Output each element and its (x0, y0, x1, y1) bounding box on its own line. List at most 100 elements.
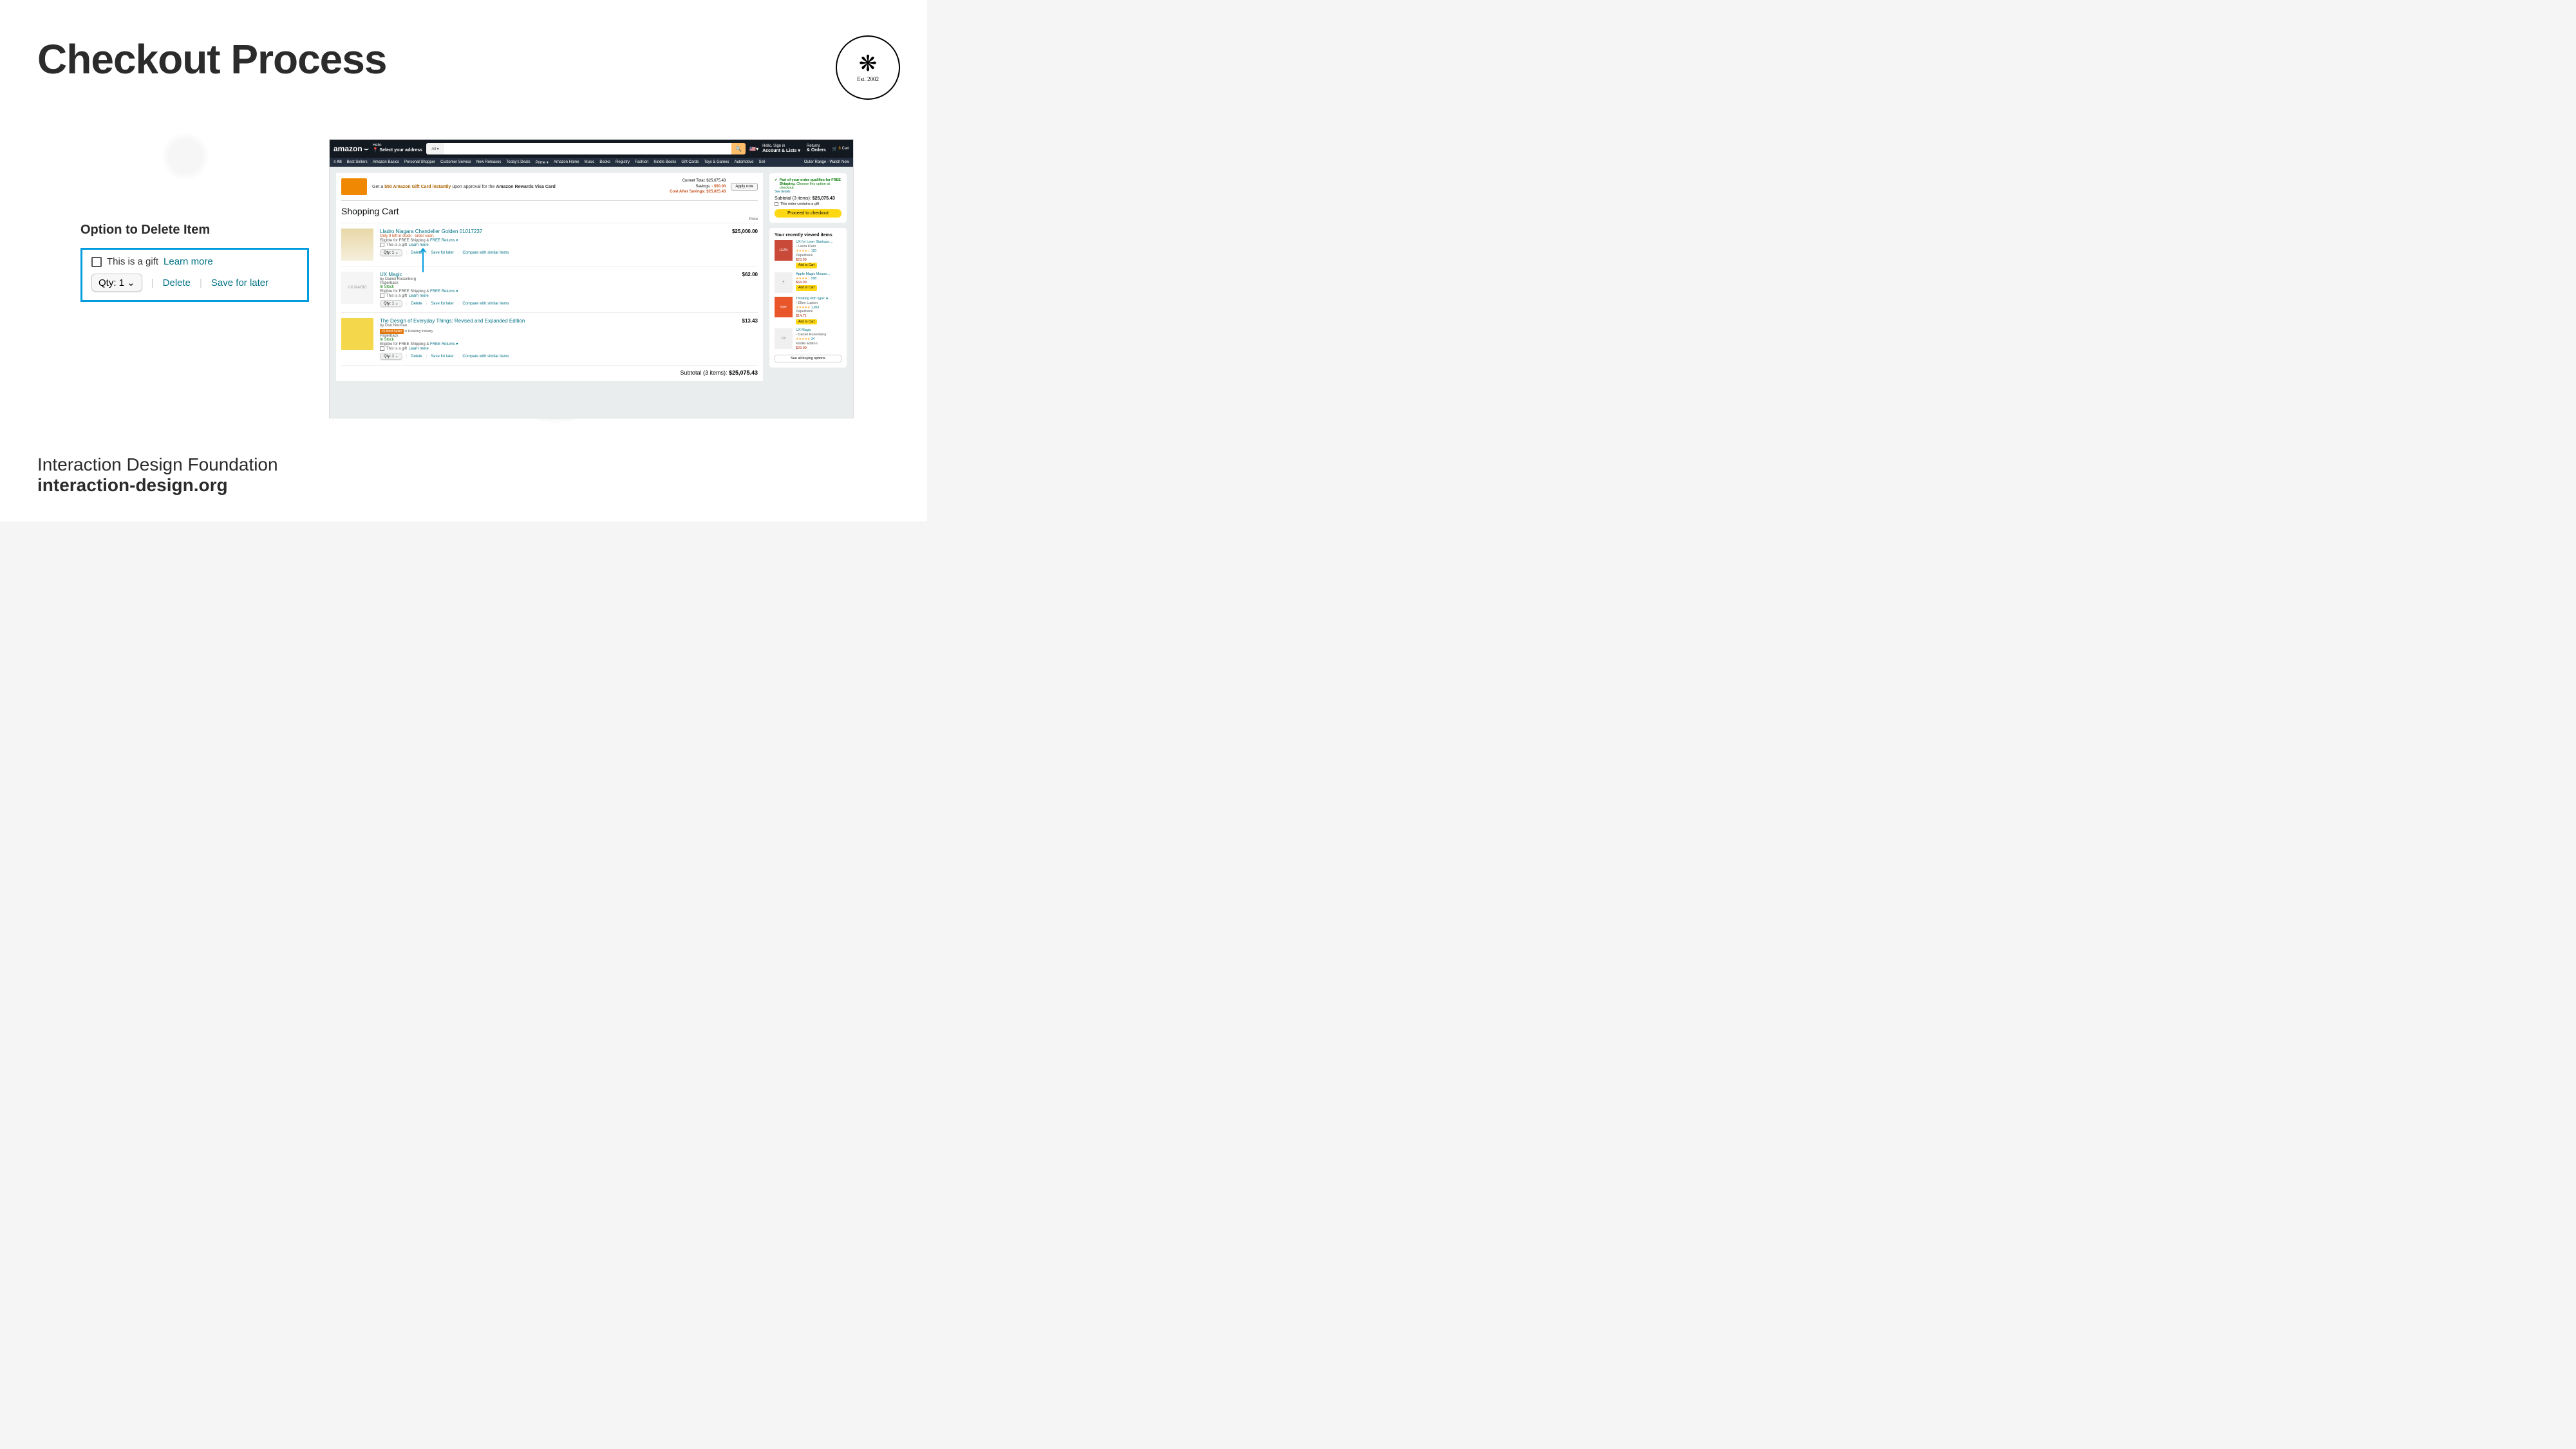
qty-dropdown[interactable]: Qty: 1 ⌄ (380, 249, 402, 256)
cart-subtotal: Subtotal (3 items): $25,075.43 (341, 366, 758, 376)
nav-promo[interactable]: Outer Range - Watch Now (804, 160, 849, 164)
nav-item[interactable]: Kindle Books (653, 160, 676, 164)
product-name[interactable]: The Design of Everyday Things: Revised a… (380, 318, 736, 324)
rv-item: 🖱️ Apple Magic Mouse… ★★★★☆ 598 $64.99 A… (775, 272, 841, 293)
rv-thumb[interactable]: type (775, 297, 793, 317)
nav-item[interactable]: Registry (616, 160, 630, 164)
nav-item[interactable]: Fashion (635, 160, 648, 164)
card-image (341, 178, 367, 195)
compare-link[interactable]: Compare with similar items (462, 302, 509, 306)
amazon-logo[interactable]: amazon ⌣ (334, 144, 369, 154)
item-price: $25,000.00 (732, 229, 758, 261)
rv-name[interactable]: Thinking with type: A… (796, 297, 841, 301)
nav-item[interactable]: Amazon Home (554, 160, 579, 164)
rv-item: type Thinking with type: A… › Ellen Lupt… (775, 297, 841, 325)
nav-item[interactable]: ≡ All (334, 160, 342, 164)
see-all-button[interactable]: See all buying options (775, 355, 841, 362)
rv-name[interactable]: UX Magic (796, 328, 841, 333)
orders-link[interactable]: Returns & Orders (807, 144, 826, 153)
nav-item[interactable]: Music (585, 160, 595, 164)
item-actions: Qty: 1 ⌄ |Delete |Save for later |Compar… (380, 353, 736, 360)
nav-item[interactable]: Personal Shopper (404, 160, 435, 164)
rv-heading: Your recently viewed items (775, 233, 841, 238)
add-to-cart-button[interactable]: Add to Cart (796, 263, 817, 268)
nav-item[interactable]: Toys & Games (704, 160, 729, 164)
delete-link[interactable]: Delete (163, 277, 191, 288)
product-thumbnail[interactable] (341, 318, 373, 350)
product-name[interactable]: UX Magic (380, 272, 736, 277)
account-menu[interactable]: Hello, Sign in Account & Lists ▾ (762, 144, 800, 153)
gift-checkbox[interactable] (380, 346, 384, 351)
learn-more-link[interactable]: Learn more (409, 243, 429, 247)
header-right: Hello, Sign in Account & Lists ▾ Returns… (762, 144, 849, 153)
qty-dropdown[interactable]: Qty: 1 ⌄ (380, 353, 402, 360)
proceed-checkout-button[interactable]: Proceed to checkout (775, 209, 841, 218)
footer: Interaction Design Foundation interactio… (37, 454, 278, 496)
amazon-header: amazon ⌣ Hello 📍 Select your address All… (330, 140, 853, 158)
nav-item[interactable]: Sell (758, 160, 765, 164)
compare-link[interactable]: Compare with similar items (462, 355, 509, 359)
gift-checkbox[interactable] (380, 243, 384, 247)
rv-thumb[interactable]: LEAN (775, 240, 793, 261)
cart-button[interactable]: 🛒 3 Cart (832, 144, 849, 153)
details-link[interactable]: See details (775, 190, 841, 194)
gift-row: This is a gift Learn more (380, 243, 726, 247)
save-link[interactable]: Save for later (431, 251, 454, 255)
qty-dropdown[interactable]: Qty: 1 ⌄ (91, 274, 142, 292)
search-button[interactable]: 🔍 (731, 143, 746, 154)
search-input[interactable] (444, 143, 731, 154)
search-category-dropdown[interactable]: All ▾ (426, 143, 444, 154)
rv-thumb[interactable]: UX (775, 328, 793, 349)
sidebar-subtotal: Subtotal (3 items): $25,075.43 (775, 196, 841, 201)
logo-est: Est. 2002 (857, 76, 879, 82)
footer-org: Interaction Design Foundation (37, 454, 278, 475)
shipping-info: Eligible for FREE Shipping & FREE Return… (380, 342, 736, 346)
smile-icon: ⌣ (364, 144, 369, 153)
save-for-later-link[interactable]: Save for later (211, 277, 268, 288)
learn-more-link[interactable]: Learn more (409, 294, 429, 298)
apply-now-button[interactable]: Apply now (731, 183, 758, 191)
price-header: Price (341, 218, 758, 223)
callout-title: Option to Delete Item (80, 223, 210, 238)
learn-more-link[interactable]: Learn more (409, 347, 429, 351)
learn-more-link[interactable]: Learn more (164, 256, 213, 267)
nav-item[interactable]: Automotive (734, 160, 753, 164)
nav-item[interactable]: Prime ▾ (536, 160, 549, 165)
nav-item[interactable]: Customer Service (440, 160, 471, 164)
product-thumbnail[interactable] (341, 229, 373, 261)
rv-name[interactable]: UX for Lean Startups:… (796, 240, 841, 245)
delete-link[interactable]: Delete (411, 355, 422, 359)
compare-link[interactable]: Compare with similar items (462, 251, 509, 255)
rv-thumb[interactable]: 🖱️ (775, 272, 793, 293)
recently-viewed: Your recently viewed items LEAN UX for L… (769, 228, 847, 368)
add-to-cart-button[interactable]: Add to Cart (796, 285, 817, 291)
add-to-cart-button[interactable]: Add to Cart (796, 319, 817, 325)
delete-link[interactable]: Delete (411, 302, 422, 306)
delete-link[interactable]: Delete (411, 251, 422, 255)
tree-icon: ❋ (859, 53, 878, 75)
nav-item[interactable]: New Releases (476, 160, 502, 164)
rv-name[interactable]: Apple Magic Mouse… (796, 272, 841, 277)
save-link[interactable]: Save for later (431, 355, 454, 359)
gift-checkbox[interactable] (775, 202, 778, 206)
gift-checkbox[interactable] (380, 294, 384, 298)
gift-checkbox[interactable] (91, 257, 102, 267)
shipping-info: Eligible for FREE Shipping & FREE Return… (380, 289, 736, 294)
nav-item[interactable]: Best Sellers (347, 160, 368, 164)
lang-flag[interactable]: 🇺🇸▾ (749, 146, 758, 152)
save-link[interactable]: Save for later (431, 302, 454, 306)
amazon-body: Get a $50 Amazon Gift Card instantly upo… (330, 167, 853, 388)
item-actions: Qty: 1 ⌄ |Delete |Save for later |Compar… (380, 249, 726, 256)
nav-item[interactable]: Today's Deals (506, 160, 530, 164)
nav-item[interactable]: Books (599, 160, 610, 164)
delivery-address[interactable]: Hello 📍 Select your address (373, 144, 422, 154)
search-bar: All ▾ 🔍 (426, 143, 746, 154)
product-thumbnail[interactable]: UX MAGIC (341, 272, 373, 304)
product-name[interactable]: Lladro Niagara Chandelier Golden 0101723… (380, 229, 726, 234)
search-icon: 🔍 (735, 146, 742, 152)
shipping-info: Eligible for FREE Shipping & FREE Return… (380, 238, 726, 243)
nav-item[interactable]: Amazon Basics (373, 160, 399, 164)
qty-dropdown[interactable]: Qty: 1 ⌄ (380, 300, 402, 307)
nav-item[interactable]: Gift Cards (681, 160, 699, 164)
item-price: $62.00 (742, 272, 758, 307)
